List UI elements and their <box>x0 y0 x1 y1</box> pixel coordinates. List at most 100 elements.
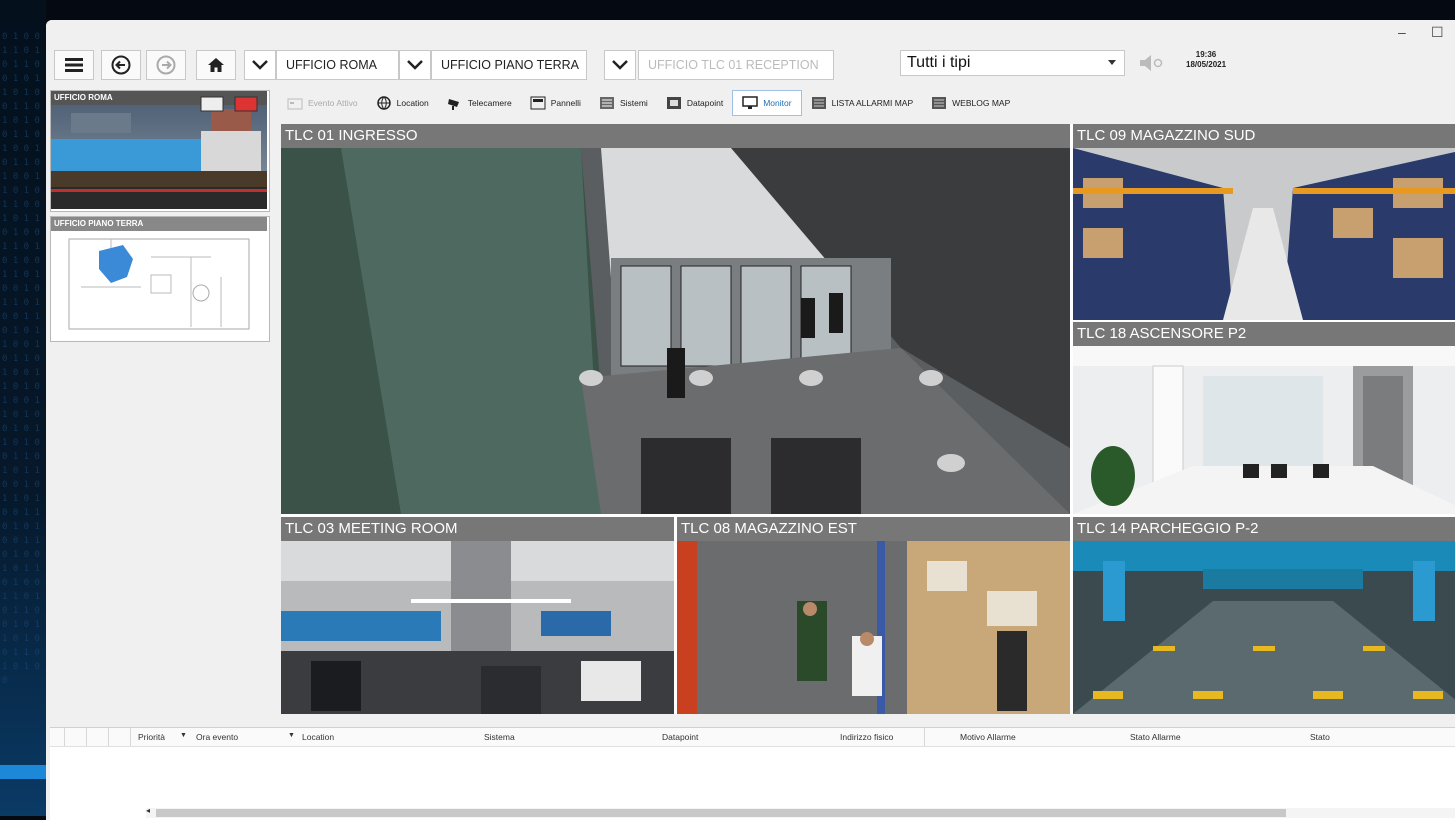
breadcrumb-ufficio-tlc-01-reception[interactable]: UFFICIO TLC 01 RECEPTION <box>638 50 834 80</box>
breadcrumb-ufficio-roma[interactable]: UFFICIO ROMA <box>276 50 399 80</box>
thumb-label: UFFICIO PIANO TERRA <box>54 219 144 228</box>
tab-label: LISTA ALLARMI MAP <box>831 98 914 108</box>
col-motivo-allarme[interactable]: Motivo Allarme <box>960 732 1016 742</box>
tab-location[interactable]: Location <box>367 91 438 115</box>
datapoint-icon <box>666 97 681 109</box>
clock-time: 19:36 <box>1195 50 1217 59</box>
camera-grid: TLC 01 INGRESSO TLC 09 MAGAZZINO SUD TLC… <box>281 124 1455 714</box>
camera-title: TLC 09 MAGAZZINO SUD <box>1073 124 1455 148</box>
globe-icon <box>376 96 391 110</box>
chevron-down-icon <box>407 60 423 70</box>
camera-title: TLC 08 MAGAZZINO EST <box>677 517 1070 541</box>
view-tabs: Evento Attivo Location Telecamere Pannel… <box>278 90 1455 116</box>
camera-feed <box>281 541 674 714</box>
tab-datapoint[interactable]: Datapoint <box>657 91 732 115</box>
background-accent <box>0 765 46 779</box>
camera-title: TLC 18 ASCENSORE P2 <box>1073 322 1455 346</box>
thumb-ufficio-roma[interactable]: UFFICIO ROMA <box>50 90 270 212</box>
list-icon <box>932 97 947 109</box>
tab-label: Evento Attivo <box>308 98 358 108</box>
arrow-left-icon <box>111 55 131 75</box>
crumb-dropdown-1[interactable] <box>244 50 276 80</box>
tab-label: Sistemi <box>619 98 648 108</box>
col-stato[interactable]: Stato <box>1310 732 1330 742</box>
event-icon <box>287 98 303 110</box>
maximize-button[interactable]: ☐ <box>1431 24 1444 41</box>
monitor-icon <box>742 96 758 109</box>
toolbar: UFFICIO ROMA UFFICIO PIANO TERRA UFFICIO… <box>46 46 1455 82</box>
alarm-table: Priorità ▼ Ora evento ▼ Location Sistema… <box>50 727 1455 820</box>
col-indirizzo-fisico[interactable]: Indirizzo fisico <box>840 732 893 742</box>
camera-feed <box>281 148 1070 514</box>
clock: 19:36 18/05/2021 <box>1186 50 1226 70</box>
tab-label: Datapoint <box>686 98 724 108</box>
tab-lista-allarmi-map[interactable]: LISTA ALLARMI MAP <box>802 91 923 115</box>
mute-sound-icon[interactable] <box>1138 54 1164 72</box>
camera-icon <box>447 99 459 110</box>
col-ora-evento[interactable]: Ora evento <box>196 732 238 742</box>
tab-pannelli[interactable]: Pannelli <box>521 91 590 115</box>
camera-feed <box>1073 148 1455 320</box>
camera-tile-tlc-18[interactable]: TLC 18 ASCENSORE P2 <box>1073 322 1455 514</box>
app-window: – ☐ UFFICIO ROMA UFFICIO PIANO TERRA UFF… <box>46 20 1455 820</box>
sort-priorita-icon[interactable]: ▼ <box>180 732 187 739</box>
crumb-dropdown-3[interactable] <box>604 50 636 80</box>
forward-button[interactable] <box>146 50 186 80</box>
camera-tile-tlc-03[interactable]: TLC 03 MEETING ROOM <box>281 517 674 714</box>
camera-tile-tlc-01[interactable]: TLC 01 INGRESSO <box>281 124 1070 514</box>
building-thumbnail <box>51 91 267 209</box>
tab-weblog-map[interactable]: WEBLOG MAP <box>922 91 1019 115</box>
hamburger-icon <box>65 58 83 72</box>
camera-title: TLC 03 MEETING ROOM <box>281 517 674 541</box>
chevron-down-icon <box>612 60 628 70</box>
systems-icon <box>599 97 614 109</box>
camera-feed <box>677 541 1070 714</box>
camera-title: TLC 01 INGRESSO <box>281 124 1070 148</box>
tab-evento-attivo[interactable]: Evento Attivo <box>278 91 367 115</box>
floorplan-thumbnail <box>51 217 267 339</box>
tab-telecamere[interactable]: Telecamere <box>438 91 521 115</box>
camera-tile-tlc-08[interactable]: TLC 08 MAGAZZINO EST <box>677 517 1070 714</box>
crumb-dropdown-2[interactable] <box>399 50 431 80</box>
col-location[interactable]: Location <box>302 732 334 742</box>
location-thumbnails: UFFICIO ROMA UFFICIO PIANO TERRA <box>50 90 270 710</box>
list-icon <box>811 97 826 109</box>
col-datapoint[interactable]: Datapoint <box>662 732 698 742</box>
tab-label: Telecamere <box>467 98 512 108</box>
clock-date: 18/05/2021 <box>1186 60 1227 69</box>
camera-tile-tlc-09[interactable]: TLC 09 MAGAZZINO SUD <box>1073 124 1455 320</box>
type-filter-value: Tutti i tipi <box>907 54 971 71</box>
col-stato-allarme[interactable]: Stato Allarme <box>1130 732 1181 742</box>
tab-sistemi[interactable]: Sistemi <box>590 91 657 115</box>
camera-feed <box>1073 541 1455 714</box>
menu-button[interactable] <box>54 50 94 80</box>
minimize-button[interactable]: – <box>1398 24 1406 40</box>
panel-icon <box>530 96 546 110</box>
tab-monitor[interactable]: Monitor <box>732 90 802 116</box>
thumb-label: UFFICIO ROMA <box>54 93 113 102</box>
camera-feed <box>1073 346 1455 514</box>
sort-ora-evento-icon[interactable]: ▼ <box>288 732 295 739</box>
thumb-ufficio-piano-terra[interactable]: UFFICIO PIANO TERRA <box>50 216 270 342</box>
tab-label: Location <box>396 98 429 108</box>
home-icon <box>208 58 224 72</box>
type-filter-select[interactable]: Tutti i tipi <box>900 50 1125 76</box>
camera-title: TLC 14 PARCHEGGIO P-2 <box>1073 517 1455 541</box>
chevron-down-icon <box>252 60 268 70</box>
home-button[interactable] <box>196 50 236 80</box>
tab-label: Pannelli <box>550 98 581 108</box>
alarm-table-header: Priorità ▼ Ora evento ▼ Location Sistema… <box>50 728 1455 747</box>
breadcrumb-ufficio-piano-terra[interactable]: UFFICIO PIANO TERRA <box>431 50 587 80</box>
horizontal-scrollbar[interactable]: ◂ <box>146 806 1455 818</box>
back-button[interactable] <box>101 50 141 80</box>
tab-label: WEBLOG MAP <box>952 98 1011 108</box>
scroll-left-icon[interactable]: ◂ <box>146 806 150 815</box>
background-decoration: 0 1 0 0 1 1 0 1 0 1 1 0 0 1 0 1 1 0 1 0 … <box>0 0 46 816</box>
tab-label: Monitor <box>763 98 792 108</box>
col-sistema[interactable]: Sistema <box>484 732 515 742</box>
col-priorita[interactable]: Priorità <box>138 732 165 742</box>
camera-tile-tlc-14[interactable]: TLC 14 PARCHEGGIO P-2 <box>1073 517 1455 714</box>
dropdown-arrow-icon <box>1108 60 1116 65</box>
arrow-right-icon <box>156 55 176 75</box>
title-bar: – ☐ <box>46 20 1455 46</box>
